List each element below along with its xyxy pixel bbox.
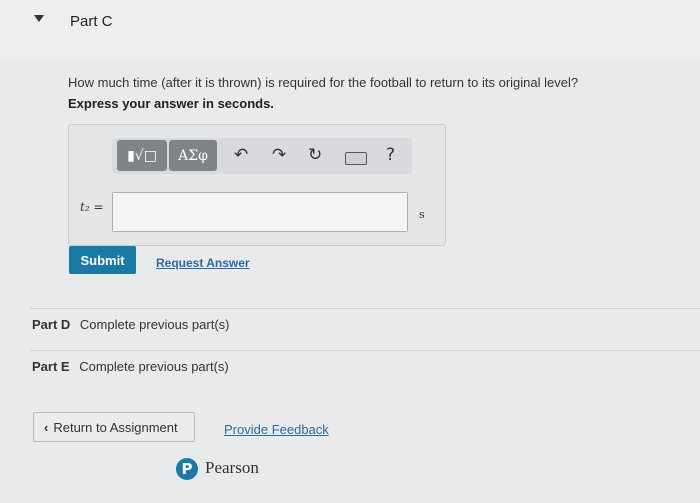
return-label: Return to Assignment (53, 419, 178, 435)
submit-button[interactable]: Submit (69, 246, 136, 274)
question-text: How much time (after it is thrown) is re… (68, 75, 579, 90)
divider (30, 308, 700, 309)
pearson-logo-icon: P (176, 458, 198, 480)
greek-icon: ΑΣφ (178, 147, 208, 164)
undo-icon[interactable]: ↶ (234, 145, 248, 165)
instruction-text: Express your answer in seconds. (68, 96, 274, 111)
request-answer-link[interactable]: Request Answer (156, 256, 250, 270)
part-d-row[interactable]: Part D Complete previous part(s) (32, 317, 229, 332)
part-d-label: Part D (32, 317, 71, 332)
pearson-brand: Pearson (205, 458, 259, 477)
return-to-assignment-button[interactable]: ‹ Return to Assignment (33, 412, 195, 442)
keyboard-icon[interactable] (345, 152, 367, 165)
redo-icon[interactable]: ↷ (272, 145, 286, 165)
part-header[interactable] (0, 0, 700, 62)
part-e-status: Complete previous part(s) (79, 359, 229, 374)
greek-symbols-button[interactable]: ΑΣφ (169, 140, 217, 171)
divider (30, 350, 700, 351)
sqrt-template-icon: ▮√□ (127, 147, 157, 164)
templates-button[interactable]: ▮√□ (117, 140, 167, 171)
collapse-caret-icon[interactable] (34, 15, 44, 22)
part-c-title: Part C (70, 13, 113, 30)
provide-feedback-link[interactable]: Provide Feedback (224, 422, 329, 437)
part-e-label: Part E (32, 359, 70, 374)
reset-icon[interactable]: ↻ (308, 145, 322, 165)
answer-input[interactable] (112, 192, 408, 232)
variable-label: t₂ = (80, 200, 104, 214)
part-d-status: Complete previous part(s) (79, 317, 230, 332)
help-icon[interactable]: ? (386, 145, 395, 165)
chevron-left-icon: ‹ (44, 419, 49, 435)
part-e-row[interactable]: Part E Complete previous part(s) (32, 359, 229, 374)
unit-label: s (419, 208, 425, 221)
